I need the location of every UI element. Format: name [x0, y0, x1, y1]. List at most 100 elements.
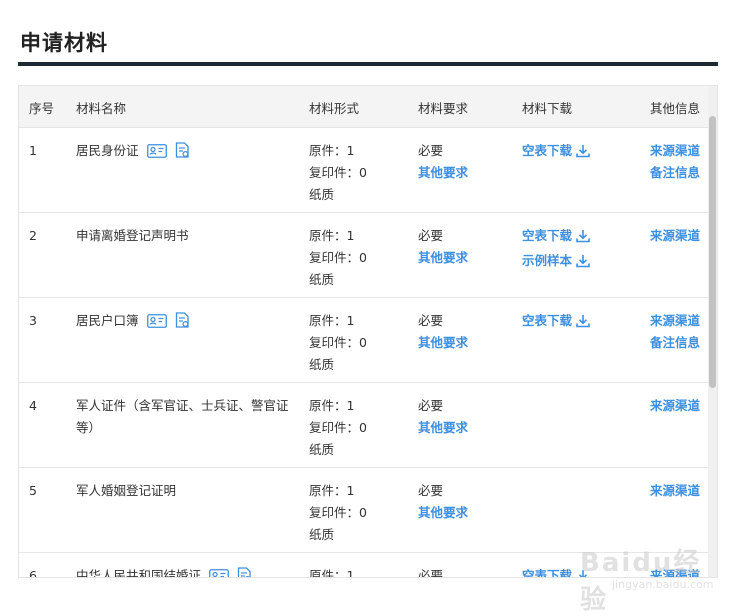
page-title: 申请材料: [20, 31, 108, 55]
download-link[interactable]: 空表下载: [522, 225, 590, 250]
download-label: 示例样本: [522, 253, 573, 268]
materials-table: 序号 材料名称 材料形式 材料要求 材料下载 其他信息 1 居民身份证 原件：1 复印…: [18, 85, 718, 578]
material-requirement: 必要: [418, 565, 444, 578]
material-name: 居民身份证: [76, 143, 139, 158]
form-line: 复印件：0: [309, 505, 367, 520]
material-requirement: 必要 其他要求: [418, 310, 468, 354]
material-other-info: 来源渠道: [650, 480, 700, 502]
watermark: Baidu经验 jingyan.baidu.com: [570, 540, 720, 615]
form-line: 纸质: [309, 357, 335, 372]
material-name-cell: 军人证件（含军官证、士兵证、警官证等）: [76, 395, 291, 439]
material-form: 原件：1 复印件：0 纸质: [309, 140, 367, 206]
table-header: 序号 材料名称 材料形式 材料要求 材料下载 其他信息: [19, 86, 717, 128]
header-form: 材料形式: [309, 101, 360, 116]
material-name-cell: 申请离婚登记声明书: [76, 225, 291, 247]
form-line: 原件：1: [309, 398, 355, 413]
other-info-link[interactable]: 来源渠道: [650, 480, 700, 502]
row-number: 4: [29, 398, 37, 413]
material-download: 空表下载: [522, 140, 590, 165]
row-number: 5: [29, 483, 37, 498]
download-icon: [576, 253, 590, 275]
download-icon: [576, 313, 590, 335]
row-number: 6: [29, 568, 37, 578]
form-line: 原件：1: [309, 228, 355, 243]
document-icon[interactable]: [175, 312, 190, 328]
other-requirements-link[interactable]: 其他要求: [418, 162, 468, 184]
material-other-info: 来源渠道 备注信息: [650, 310, 700, 354]
other-info-link[interactable]: 来源渠道: [650, 140, 700, 162]
form-line: 纸质: [309, 272, 335, 287]
other-info-link[interactable]: 来源渠道: [650, 225, 700, 247]
document-icon[interactable]: [237, 567, 252, 577]
scrollbar[interactable]: [708, 86, 717, 577]
requirement-status: 必要: [418, 568, 444, 578]
requirement-status: 必要: [418, 143, 444, 158]
material-other-info: 来源渠道 备注信息: [650, 140, 700, 184]
form-line: 复印件：0: [309, 335, 367, 350]
other-info-link[interactable]: 来源渠道: [650, 310, 700, 332]
material-form: 原件：1 复印件：0 纸质: [309, 225, 367, 291]
document-icon[interactable]: [175, 142, 190, 158]
other-requirements-link[interactable]: 其他要求: [418, 332, 468, 354]
material-other-info: 来源渠道: [650, 395, 700, 417]
scrollbar-thumb[interactable]: [709, 116, 716, 388]
table-body: 1 居民身份证 原件：1 复印件：0 纸质 必要 其他要求 空表下载 来源渠道 备注信息 2 申请离婚…: [19, 128, 717, 578]
download-label: 空表下载: [522, 143, 573, 158]
row-number: 2: [29, 228, 37, 243]
other-info-link[interactable]: 来源渠道: [650, 395, 700, 417]
download-label: 空表下载: [522, 568, 573, 578]
id-card-icon[interactable]: [146, 144, 167, 158]
material-form: 原件：1 复印件：0 纸质: [309, 480, 367, 546]
material-requirement: 必要 其他要求: [418, 395, 468, 439]
material-form: 原件：1 复印件：0 纸质: [309, 395, 367, 461]
requirement-status: 必要: [418, 398, 444, 413]
header-download: 材料下载: [522, 101, 573, 116]
form-line: 纸质: [309, 187, 335, 202]
material-requirement: 必要 其他要求: [418, 140, 468, 184]
form-line: 纸质: [309, 442, 335, 457]
watermark-url: jingyan.baidu.com: [612, 578, 714, 591]
other-requirements-link[interactable]: 其他要求: [418, 417, 468, 439]
download-label: 空表下载: [522, 228, 573, 243]
header-other: 其他信息: [650, 101, 701, 116]
table-row: 2 申请离婚登记声明书 原件：1 复印件：0 纸质 必要其他要求 空表下载示例样本 来源渠道: [19, 213, 717, 298]
material-name-cell: 中华人民共和国结婚证: [76, 565, 291, 578]
requirement-status: 必要: [418, 483, 444, 498]
material-name-cell: 军人婚姻登记证明: [76, 480, 291, 502]
material-download: 空表下载: [522, 310, 590, 335]
table-row: 4 军人证件（含军官证、士兵证、警官证等） 原件：1 复印件：0 纸质 必要其他要求 来源渠…: [19, 383, 717, 468]
material-requirement: 必要 其他要求: [418, 225, 468, 269]
form-line: 原件：1: [309, 483, 355, 498]
download-link[interactable]: 示例样本: [522, 250, 590, 275]
material-name: 军人婚姻登记证明: [76, 483, 177, 498]
download-icon: [576, 228, 590, 250]
download-label: 空表下载: [522, 313, 573, 328]
other-requirements-link[interactable]: 其他要求: [418, 247, 468, 269]
form-line: 原件：1: [309, 143, 355, 158]
material-form: 原件：1 复印件：0 纸质: [309, 310, 367, 376]
other-info-link[interactable]: 备注信息: [650, 332, 700, 354]
title-divider: [18, 62, 718, 66]
row-number: 1: [29, 143, 37, 158]
id-card-icon[interactable]: [146, 314, 167, 328]
material-name: 军人证件（含军官证、士兵证、警官证等）: [76, 398, 289, 435]
other-info-link[interactable]: 备注信息: [650, 162, 700, 184]
material-other-info: 来源渠道: [650, 225, 700, 247]
form-line: 复印件：0: [309, 420, 367, 435]
material-name: 中华人民共和国结婚证: [76, 568, 202, 578]
material-download: 空表下载 示例样本: [522, 225, 590, 275]
table-row: 1 居民身份证 原件：1 复印件：0 纸质 必要其他要求 空表下载 来源渠道 备注信息: [19, 128, 717, 213]
form-line: 复印件：0: [309, 165, 367, 180]
material-name-cell: 居民户口簿: [76, 310, 291, 332]
id-card-icon[interactable]: [209, 569, 229, 577]
material-form: 原件：1: [309, 565, 354, 577]
form-line: 复印件：0: [309, 250, 367, 265]
material-name-cell: 居民身份证: [76, 140, 291, 162]
download-link[interactable]: 空表下载: [522, 140, 590, 165]
table-row: 3 居民户口簿 原件：1 复印件：0 纸质 必要 其他要求 空表下载 来源渠道 备注信息: [19, 298, 717, 383]
requirement-status: 必要: [418, 228, 444, 243]
header-requirement: 材料要求: [418, 101, 469, 116]
download-link[interactable]: 空表下载: [522, 310, 590, 335]
material-name: 申请离婚登记声明书: [76, 228, 189, 243]
other-requirements-link[interactable]: 其他要求: [418, 502, 468, 524]
